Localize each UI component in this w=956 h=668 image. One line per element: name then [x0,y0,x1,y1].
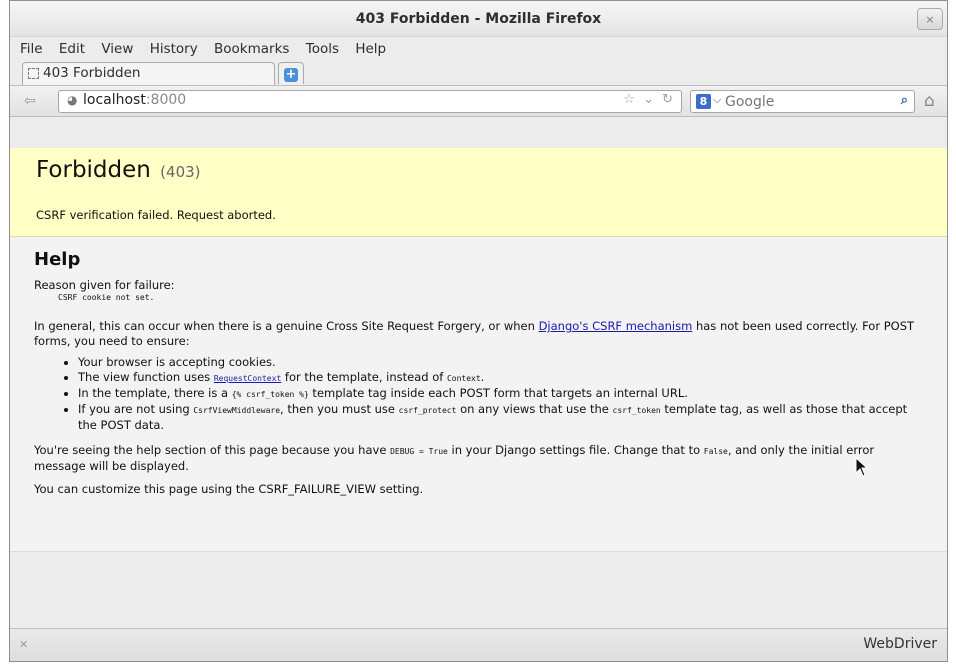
bullet-text: template tag inside each POST form that … [308,386,688,400]
bullet-text: In the template, there is a [78,386,232,400]
error-summary: Forbidden (403) CSRF verification failed… [10,148,947,237]
chevron-down-icon[interactable]: ⌵ [713,93,721,107]
code-context: Context [446,374,481,383]
bullet-text: The view function uses [78,370,214,384]
bullet-text: Your browser is accepting cookies. [78,355,276,369]
globe-icon: ◕ [67,93,78,107]
reason-code: CSRF cookie not set. [58,293,155,302]
requestcontext-link[interactable]: RequestContext [214,374,281,383]
list-item: Your browser is accepting cookies. [78,355,923,370]
search-engine-icon[interactable]: 8 [696,94,711,109]
help-heading: Help [34,249,81,270]
menu-file[interactable]: File [20,41,43,57]
tab-403-forbidden[interactable]: 403 Forbidden [22,62,275,85]
url-host: localhost [83,92,146,108]
navigation-toolbar: ⇦ ◕ localhost:8000 ☆ ⌄ ↻ 8 ⌵ ⌕ ⌂ [10,85,947,117]
home-icon[interactable]: ⌂ [924,91,944,111]
menu-tools[interactable]: Tools [306,41,339,57]
bullet-text: for the template, instead of [281,370,447,384]
debug-text: You're seeing the help section of this p… [34,443,391,457]
code-csrf-protect: csrf_protect [398,406,457,415]
close-button[interactable]: × [917,8,943,30]
help-section: Help Reason given for failure: CSRF cook… [10,237,947,497]
page-footer-area [10,551,947,629]
close-findbar-icon[interactable]: ✕ [19,638,28,651]
bullet-text: . [480,370,485,384]
error-message: CSRF verification failed. Request aborte… [36,208,276,222]
bullet-text: If you are not using [78,402,194,416]
django-csrf-link[interactable]: Django's CSRF mechanism [539,319,693,333]
page-favicon-icon [28,68,39,79]
code-csrf-token-tag: {% csrf_token %} [231,390,309,399]
new-tab-button[interactable]: + [278,62,304,84]
back-button[interactable]: ⇦ [24,92,42,110]
general-text: In general, this can occur when there is… [34,319,539,333]
code-debug-true: DEBUG = True [390,447,448,456]
window-title: 403 Forbidden - Mozilla Firefox [355,11,602,27]
bullet-text: , then you must use [280,402,399,416]
url-bar-tools-icons[interactable]: ☆ ⌄ ↻ [623,92,675,107]
menu-bar: File Edit View History Bookmarks Tools H… [10,37,947,61]
tab-label: 403 Forbidden [43,65,141,81]
url-bar[interactable]: ◕ localhost:8000 ☆ ⌄ ↻ [58,90,682,113]
url-port: :8000 [145,92,187,108]
list-item: If you are not using CsrfViewMiddleware,… [78,402,923,433]
code-false: False [703,447,728,456]
tab-bar: 403 Forbidden + [10,61,947,85]
list-item: In the template, there is a {% csrf_toke… [78,386,923,402]
requirements-list: Your browser is accepting cookies. The v… [34,355,923,433]
page-title: Forbidden (403) [36,157,201,183]
menu-bookmarks[interactable]: Bookmarks [214,41,289,57]
status-text: WebDriver [863,636,937,652]
customize-paragraph: You can customize this page using the CS… [34,482,424,496]
code-csrfviewmiddleware: CsrfViewMiddleware [193,406,281,415]
page-content: Forbidden (403) CSRF verification failed… [10,148,947,629]
general-paragraph: In general, this can occur when there is… [34,319,923,349]
menu-view[interactable]: View [101,41,133,57]
url-text[interactable]: localhost:8000 [83,92,186,108]
list-item: The view function uses RequestContext fo… [78,370,923,386]
title-bar: 403 Forbidden - Mozilla Firefox × [10,1,947,37]
reason-label: Reason given for failure: [34,278,175,292]
code-csrf-token: csrf_token [612,406,661,415]
debug-text: in your Django settings file. Change tha… [447,443,704,457]
menu-help[interactable]: Help [355,41,386,57]
search-icon[interactable]: ⌕ [901,93,908,108]
page-heading: Forbidden [36,157,151,183]
plus-icon: + [284,67,298,82]
status-bar: ✕ WebDriver [10,628,947,661]
menu-history[interactable]: History [150,41,198,57]
bullet-text: on any views that use the [456,402,613,416]
search-input[interactable] [725,92,865,111]
search-bar[interactable]: 8 ⌵ ⌕ [690,90,915,113]
debug-paragraph: You're seeing the help section of this p… [34,443,923,474]
menu-edit[interactable]: Edit [59,41,85,57]
status-code: (403) [160,163,201,181]
browser-window: 403 Forbidden - Mozilla Firefox × File E… [9,0,948,662]
